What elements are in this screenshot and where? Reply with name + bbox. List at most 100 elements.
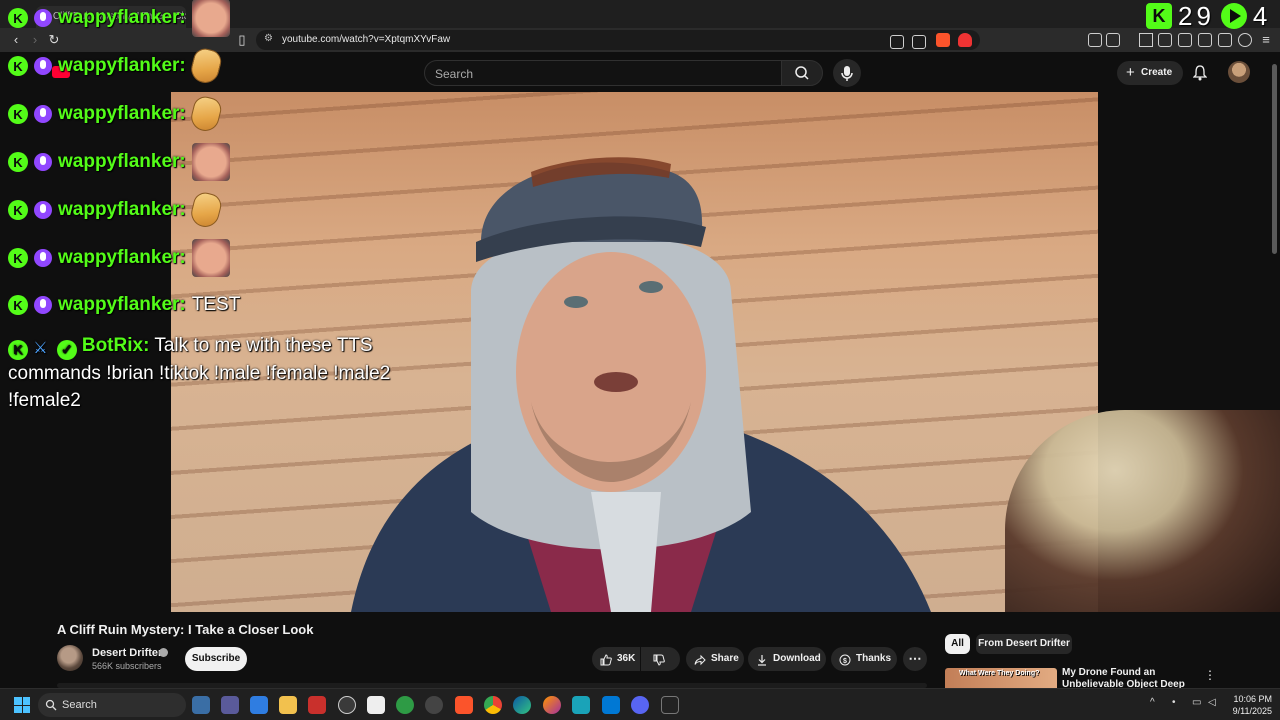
kick-logo-icon: K xyxy=(8,295,28,315)
browser-tab[interactable]: A Cliff Ruin Mystery: I Take a Closer Lo… xyxy=(36,6,186,28)
app-icon-9[interactable] xyxy=(661,696,679,714)
address-bar[interactable]: ⚙ youtube.com/watch?v=XptqmXYvFaw xyxy=(256,30,980,50)
like-button[interactable]: 36K xyxy=(592,647,640,671)
volume-icon[interactable]: ◁ xyxy=(1208,697,1216,708)
reload-icon[interactable]: ↻ xyxy=(46,32,62,48)
download-button[interactable]: Download xyxy=(748,647,826,671)
taskbar-search-label: Search xyxy=(62,699,97,711)
subscribe-button[interactable]: Subscribe xyxy=(185,647,247,671)
screen: A Cliff Ruin Mystery: I Take a Closer Lo… xyxy=(0,0,1280,720)
share-button[interactable]: Share xyxy=(686,647,744,671)
download-icon xyxy=(756,652,768,666)
download-label: Download xyxy=(773,653,821,664)
brave-rewards-icon[interactable] xyxy=(958,33,972,47)
search-icon xyxy=(795,66,809,80)
channel-name[interactable]: Desert Drifter xyxy=(92,647,162,659)
search-input[interactable]: Search xyxy=(424,60,782,86)
microphone-badge-icon xyxy=(34,201,52,219)
video-frame-person xyxy=(351,157,931,612)
create-button[interactable]: + Create xyxy=(1117,61,1183,85)
tray-overflow-icon[interactable]: ^ xyxy=(1150,697,1155,708)
tray-mic-icon[interactable]: • xyxy=(1172,697,1176,708)
browser-tab-bar: A Cliff Ruin Mystery: I Take a Closer Lo… xyxy=(0,0,1280,28)
taskbar-search[interactable]: Search xyxy=(38,693,186,717)
chat-username: wappyflanker: xyxy=(58,199,186,220)
app-icon-7[interactable] xyxy=(425,696,443,714)
app-icon-5[interactable] xyxy=(367,696,385,714)
notifications-bell-icon[interactable] xyxy=(1193,65,1207,81)
youtube-logo-icon[interactable] xyxy=(52,66,70,78)
chip-all[interactable]: All xyxy=(945,634,970,654)
menu-icon[interactable]: ≡ xyxy=(1258,32,1274,48)
back-icon[interactable]: ‹ xyxy=(8,32,24,48)
video-player[interactable] xyxy=(171,92,1098,612)
brave-browser-icon[interactable] xyxy=(455,696,473,714)
extensions-icon[interactable] xyxy=(1088,33,1102,47)
clock-date: 9/11/2025 xyxy=(1232,706,1272,716)
app-icon-4[interactable] xyxy=(338,696,356,714)
thanks-button[interactable]: $ Thanks xyxy=(831,647,897,671)
recommendation-thumbnail[interactable]: What Were They Doing? xyxy=(945,668,1057,688)
downloads-icon[interactable] xyxy=(1139,33,1153,47)
brave-shields-icon[interactable] xyxy=(936,33,950,47)
sidebar-toggle-icon[interactable] xyxy=(1178,33,1192,47)
plus-icon: + xyxy=(1126,64,1135,81)
streamer-webcam-overlay xyxy=(1005,410,1280,612)
wallet-icon[interactable] xyxy=(1198,33,1212,47)
sword-badge-icon: ⚔ xyxy=(33,340,48,357)
recommendation-title[interactable]: My Drone Found an Unbelievable Object De… xyxy=(1062,667,1190,688)
chat-username: wappyflanker: xyxy=(58,247,186,268)
video-title: A Cliff Ruin Mystery: I Take a Closer Lo… xyxy=(57,622,314,637)
task-view-icon[interactable] xyxy=(192,696,210,714)
app-icon-3[interactable] xyxy=(308,696,326,714)
leo-ai-icon[interactable] xyxy=(1218,33,1232,47)
app-icon-6[interactable] xyxy=(396,696,414,714)
system-clock[interactable]: 10:06 PM 9/11/2025 xyxy=(1222,693,1272,717)
chat-username: wappyflanker: xyxy=(58,151,186,172)
firefox-icon[interactable] xyxy=(543,696,561,714)
channel-avatar[interactable] xyxy=(57,645,83,671)
app-icon-1[interactable] xyxy=(221,696,239,714)
app-icon-2[interactable] xyxy=(250,696,268,714)
thumbnail-caption: What Were They Doing? xyxy=(959,670,1040,677)
vpn-icon[interactable] xyxy=(1238,33,1252,47)
microphone-badge-icon xyxy=(34,153,52,171)
share-page-icon[interactable] xyxy=(912,35,926,49)
kick-logo-icon: K xyxy=(8,200,28,220)
discord-icon[interactable] xyxy=(631,696,649,714)
file-explorer-icon[interactable] xyxy=(279,696,297,714)
app-icon-8[interactable] xyxy=(572,696,590,714)
search-placeholder: Search xyxy=(435,67,474,81)
recommendation-menu-icon[interactable]: ⋮ xyxy=(1204,668,1216,682)
media-icon[interactable] xyxy=(1158,33,1172,47)
share-label: Share xyxy=(711,653,739,664)
bot-username: BotRix: xyxy=(81,335,150,356)
create-label: Create xyxy=(1141,67,1173,78)
kick-logo-icon: K xyxy=(8,152,28,172)
dislike-button[interactable] xyxy=(641,647,680,671)
edge-icon[interactable] xyxy=(513,696,531,714)
like-count: 36K xyxy=(617,653,636,664)
account-avatar[interactable] xyxy=(1228,61,1250,83)
vscode-icon[interactable] xyxy=(602,696,620,714)
chrome-icon[interactable] xyxy=(484,696,502,714)
subscriber-count: 566K subscribers xyxy=(92,661,162,671)
sidebar-panel-icon[interactable] xyxy=(1106,33,1120,47)
cast-icon[interactable] xyxy=(890,35,904,49)
clock-time: 10:06 PM xyxy=(1233,694,1272,704)
network-icon[interactable]: ▭ xyxy=(1192,697,1201,708)
microphone-badge-icon xyxy=(34,249,52,267)
windows-start-icon[interactable] xyxy=(14,697,30,713)
url-text: youtube.com/watch?v=XptqmXYvFaw xyxy=(282,34,451,45)
verified-check-icon xyxy=(159,648,168,657)
voice-search-button[interactable] xyxy=(833,59,861,87)
forward-icon[interactable]: › xyxy=(27,32,43,48)
more-actions-icon[interactable]: ⋯ xyxy=(903,647,927,671)
microphone-badge-icon xyxy=(34,296,52,314)
site-settings-icon[interactable]: ⚙ xyxy=(264,33,273,44)
chip-from-channel[interactable]: From Desert Drifter xyxy=(976,634,1072,654)
bookmark-icon[interactable]: ▯ xyxy=(234,32,250,48)
page-scrollbar[interactable] xyxy=(1272,64,1277,254)
stream-counter-overlay: K 29 4 xyxy=(1146,1,1271,31)
search-button[interactable] xyxy=(781,60,823,86)
